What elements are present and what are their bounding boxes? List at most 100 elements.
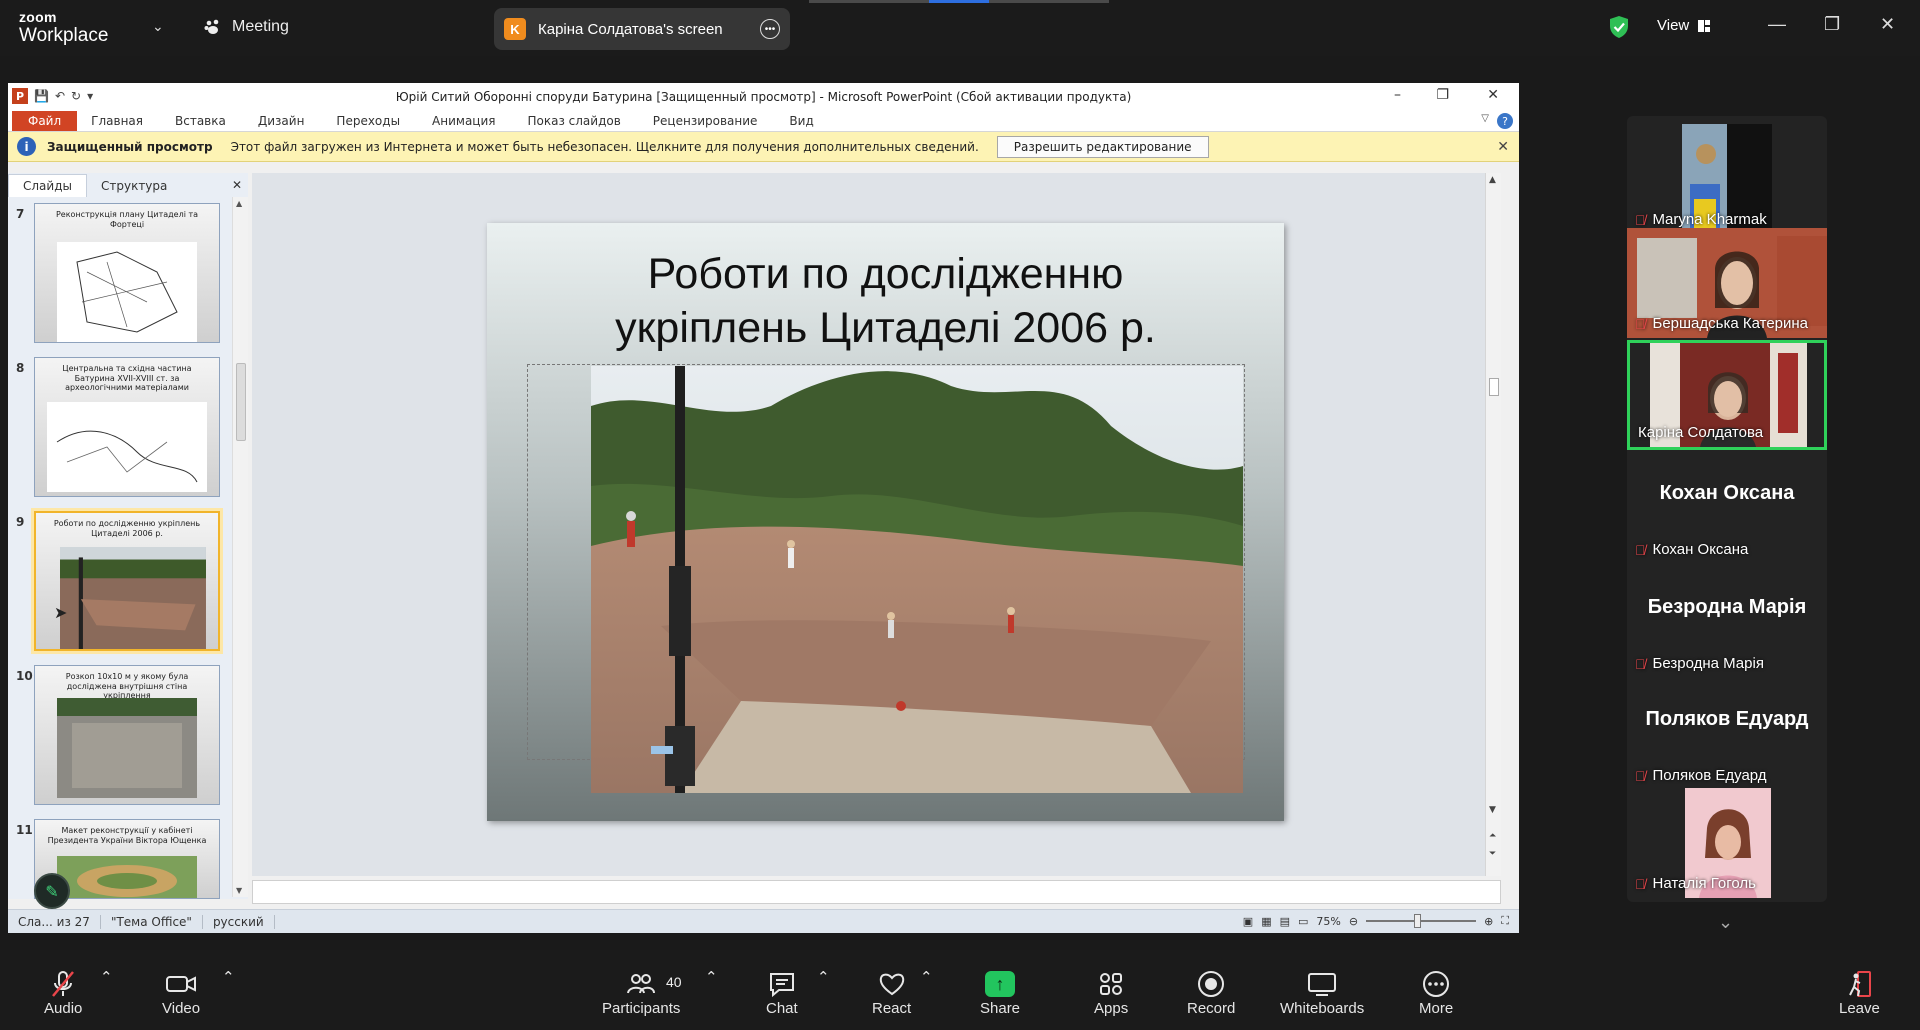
whiteboards-button[interactable]: Whiteboards [1280, 968, 1364, 1017]
grid-view-icon [1698, 19, 1711, 32]
apps-button[interactable]: Apps [1094, 968, 1128, 1017]
close-icon[interactable]: ✕ [1880, 14, 1895, 35]
participant-tile[interactable]: 🎙̸ Наталія Гоголь [1627, 788, 1827, 898]
zoom-in-icon[interactable]: ⊕ [1484, 915, 1493, 928]
screen-share-pill[interactable]: K Каріна Солдатова's screen ••• [494, 8, 790, 50]
shield-check-icon[interactable] [1608, 15, 1630, 39]
more-options-icon[interactable]: ••• [760, 19, 780, 39]
tab-design[interactable]: Дизайн [258, 114, 305, 128]
slide-number: 11 [16, 823, 33, 837]
zoom-slider[interactable] [1366, 914, 1477, 928]
next-slide-icon[interactable]: ⏷ [1489, 849, 1496, 859]
tab-insert[interactable]: Вставка [175, 114, 226, 128]
scroll-down-icon[interactable]: ▼ [1489, 805, 1496, 815]
ribbon-collapse-icon[interactable]: ▽ [1481, 113, 1489, 124]
slide-thumbnail[interactable]: Розкоп 10х10 м у якому була досліджена в… [34, 665, 220, 805]
excavation-photo[interactable] [591, 366, 1243, 793]
react-button[interactable]: React [872, 968, 911, 1017]
mouse-cursor-icon: ➤ [54, 603, 68, 622]
participant-gallery: 🎙̸ Maryna Kharmak 🎙̸ Бершадська Катерина К… [1627, 116, 1827, 902]
leave-button[interactable]: Leave [1839, 968, 1880, 1017]
sorter-view-icon[interactable]: ▦ [1261, 915, 1271, 928]
slides-panel: Слайды Структура ✕ 7 Реконструкція плану… [8, 173, 248, 909]
tab-file[interactable]: Файл [12, 110, 78, 131]
video-options-caret[interactable]: ⌃ [222, 968, 235, 986]
thumbnail-scrollbar[interactable]: ▲ ▼ [232, 197, 248, 897]
minimize-icon[interactable]: — [1768, 14, 1786, 35]
ppt-restore-icon[interactable]: ❐ [1436, 87, 1449, 103]
participant-tile[interactable]: Кохан Оксана 🎙̸ Кохан Оксана [1627, 454, 1827, 564]
audio-options-caret[interactable]: ⌃ [100, 968, 113, 986]
pit-image [57, 698, 197, 798]
scroll-thumb[interactable] [236, 363, 246, 441]
slide-number: 9 [16, 515, 25, 529]
video-camera-icon [165, 968, 197, 1000]
participant-tile[interactable]: Поляков Едуард 🎙̸ Поляков Едуард [1627, 680, 1827, 790]
participant-name: 🎙̸ Наталія Гоголь [1635, 875, 1756, 892]
tab-slideshow[interactable]: Показ слайдов [528, 114, 621, 128]
restore-icon[interactable]: ❐ [1824, 14, 1840, 35]
zoom-level[interactable]: 75% [1316, 915, 1340, 928]
scroll-thumb[interactable] [1489, 378, 1499, 396]
close-bar-icon[interactable]: ✕ [1497, 139, 1509, 155]
scroll-down-icon[interactable]: ▼ [236, 886, 242, 895]
heart-icon [877, 968, 907, 1000]
fit-to-window-icon[interactable]: ⛶ [1501, 914, 1509, 928]
tab-transitions[interactable]: Переходы [336, 114, 400, 128]
slide-thumbnail[interactable]: Центральна та східна частина Батурина XV… [34, 357, 220, 497]
mic-muted-icon: 🎙̸ [1635, 211, 1646, 228]
slide-editor-canvas[interactable]: Роботи по дослідженню укріплень Цитаделі… [252, 173, 1501, 876]
participant-tile[interactable]: Безродна Марія 🎙̸ Безродна Марія [1627, 568, 1827, 678]
chevron-down-icon[interactable]: ⌄ [1718, 912, 1733, 933]
language[interactable]: русский [203, 914, 275, 929]
help-icon[interactable]: ? [1497, 113, 1513, 129]
video-button[interactable]: Video [162, 968, 200, 1017]
chevron-down-icon[interactable]: ⌄ [152, 18, 164, 35]
chat-button[interactable]: Chat [766, 968, 798, 1017]
mic-muted-icon: 🎙̸ [1635, 655, 1646, 672]
current-slide[interactable]: Роботи по дослідженню укріплень Цитаделі… [487, 223, 1284, 821]
slide-scrollbar[interactable]: ▲ ▼ ⏶ ⏷ [1485, 173, 1501, 876]
slide-thumbnail-selected[interactable]: Роботи по дослідженню укріплень Цитаделі… [34, 511, 220, 651]
enable-editing-button[interactable]: Разрешить редактирование [996, 135, 1209, 158]
tab-view[interactable]: Вид [789, 114, 813, 128]
protected-view-message[interactable]: Этот файл загружен из Интернета и может … [231, 140, 979, 154]
tab-home[interactable]: Главная [91, 114, 143, 128]
participants-options-caret[interactable]: ⌃ [705, 968, 718, 986]
prev-slide-icon[interactable]: ⏶ [1489, 831, 1496, 841]
zoom-workplace-logo[interactable]: zoom Workplace [19, 10, 108, 45]
slide-counter: Сла... из 27 [8, 914, 101, 929]
slideshow-view-icon[interactable]: ▭ [1298, 915, 1308, 928]
notes-pane[interactable] [252, 880, 1501, 904]
scroll-up-icon[interactable]: ▲ [236, 199, 242, 208]
record-button[interactable]: Record [1187, 968, 1235, 1017]
react-options-caret[interactable]: ⌃ [920, 968, 933, 986]
participant-tile[interactable]: 🎙̸ Бершадська Катерина [1627, 228, 1827, 338]
normal-view-icon[interactable]: ▣ [1243, 915, 1253, 928]
more-button[interactable]: More [1419, 968, 1453, 1017]
tab-animation[interactable]: Анимация [432, 114, 495, 128]
chat-icon [767, 968, 797, 1000]
ppt-minimize-icon[interactable]: – [1394, 87, 1401, 103]
tab-review[interactable]: Рецензирование [653, 114, 758, 128]
view-menu[interactable]: View [1657, 17, 1711, 34]
slide-thumbnail[interactable]: Реконструкція плану Цитаделі та Фортеці [34, 203, 220, 343]
annotate-pencil-icon[interactable]: ✎ [34, 873, 70, 909]
share-label: Share [980, 1000, 1021, 1017]
tab-slides[interactable]: Слайды [8, 174, 87, 197]
audio-button[interactable]: Audio [44, 968, 82, 1017]
ppt-close-icon[interactable]: ✕ [1487, 87, 1499, 103]
close-panel-icon[interactable]: ✕ [232, 178, 242, 192]
share-button[interactable]: ↑ Share [980, 968, 1020, 1017]
scroll-up-icon[interactable]: ▲ [1489, 175, 1496, 185]
share-label: Каріна Солдатова's screen [538, 20, 723, 38]
participant-tile[interactable]: 🎙̸ Maryna Kharmak [1627, 124, 1827, 234]
reading-view-icon[interactable]: ▤ [1280, 915, 1290, 928]
zoom-out-icon[interactable]: ⊖ [1349, 915, 1358, 928]
participant-tile-active[interactable]: Каріна Солдатова [1627, 340, 1827, 450]
tab-outline[interactable]: Структура [87, 175, 181, 197]
slide-title[interactable]: Роботи по дослідженню укріплень Цитаделі… [487, 247, 1284, 355]
mic-muted-icon [49, 968, 77, 1000]
chat-options-caret[interactable]: ⌃ [817, 968, 830, 986]
meeting-menu[interactable]: Meeting [204, 18, 289, 36]
